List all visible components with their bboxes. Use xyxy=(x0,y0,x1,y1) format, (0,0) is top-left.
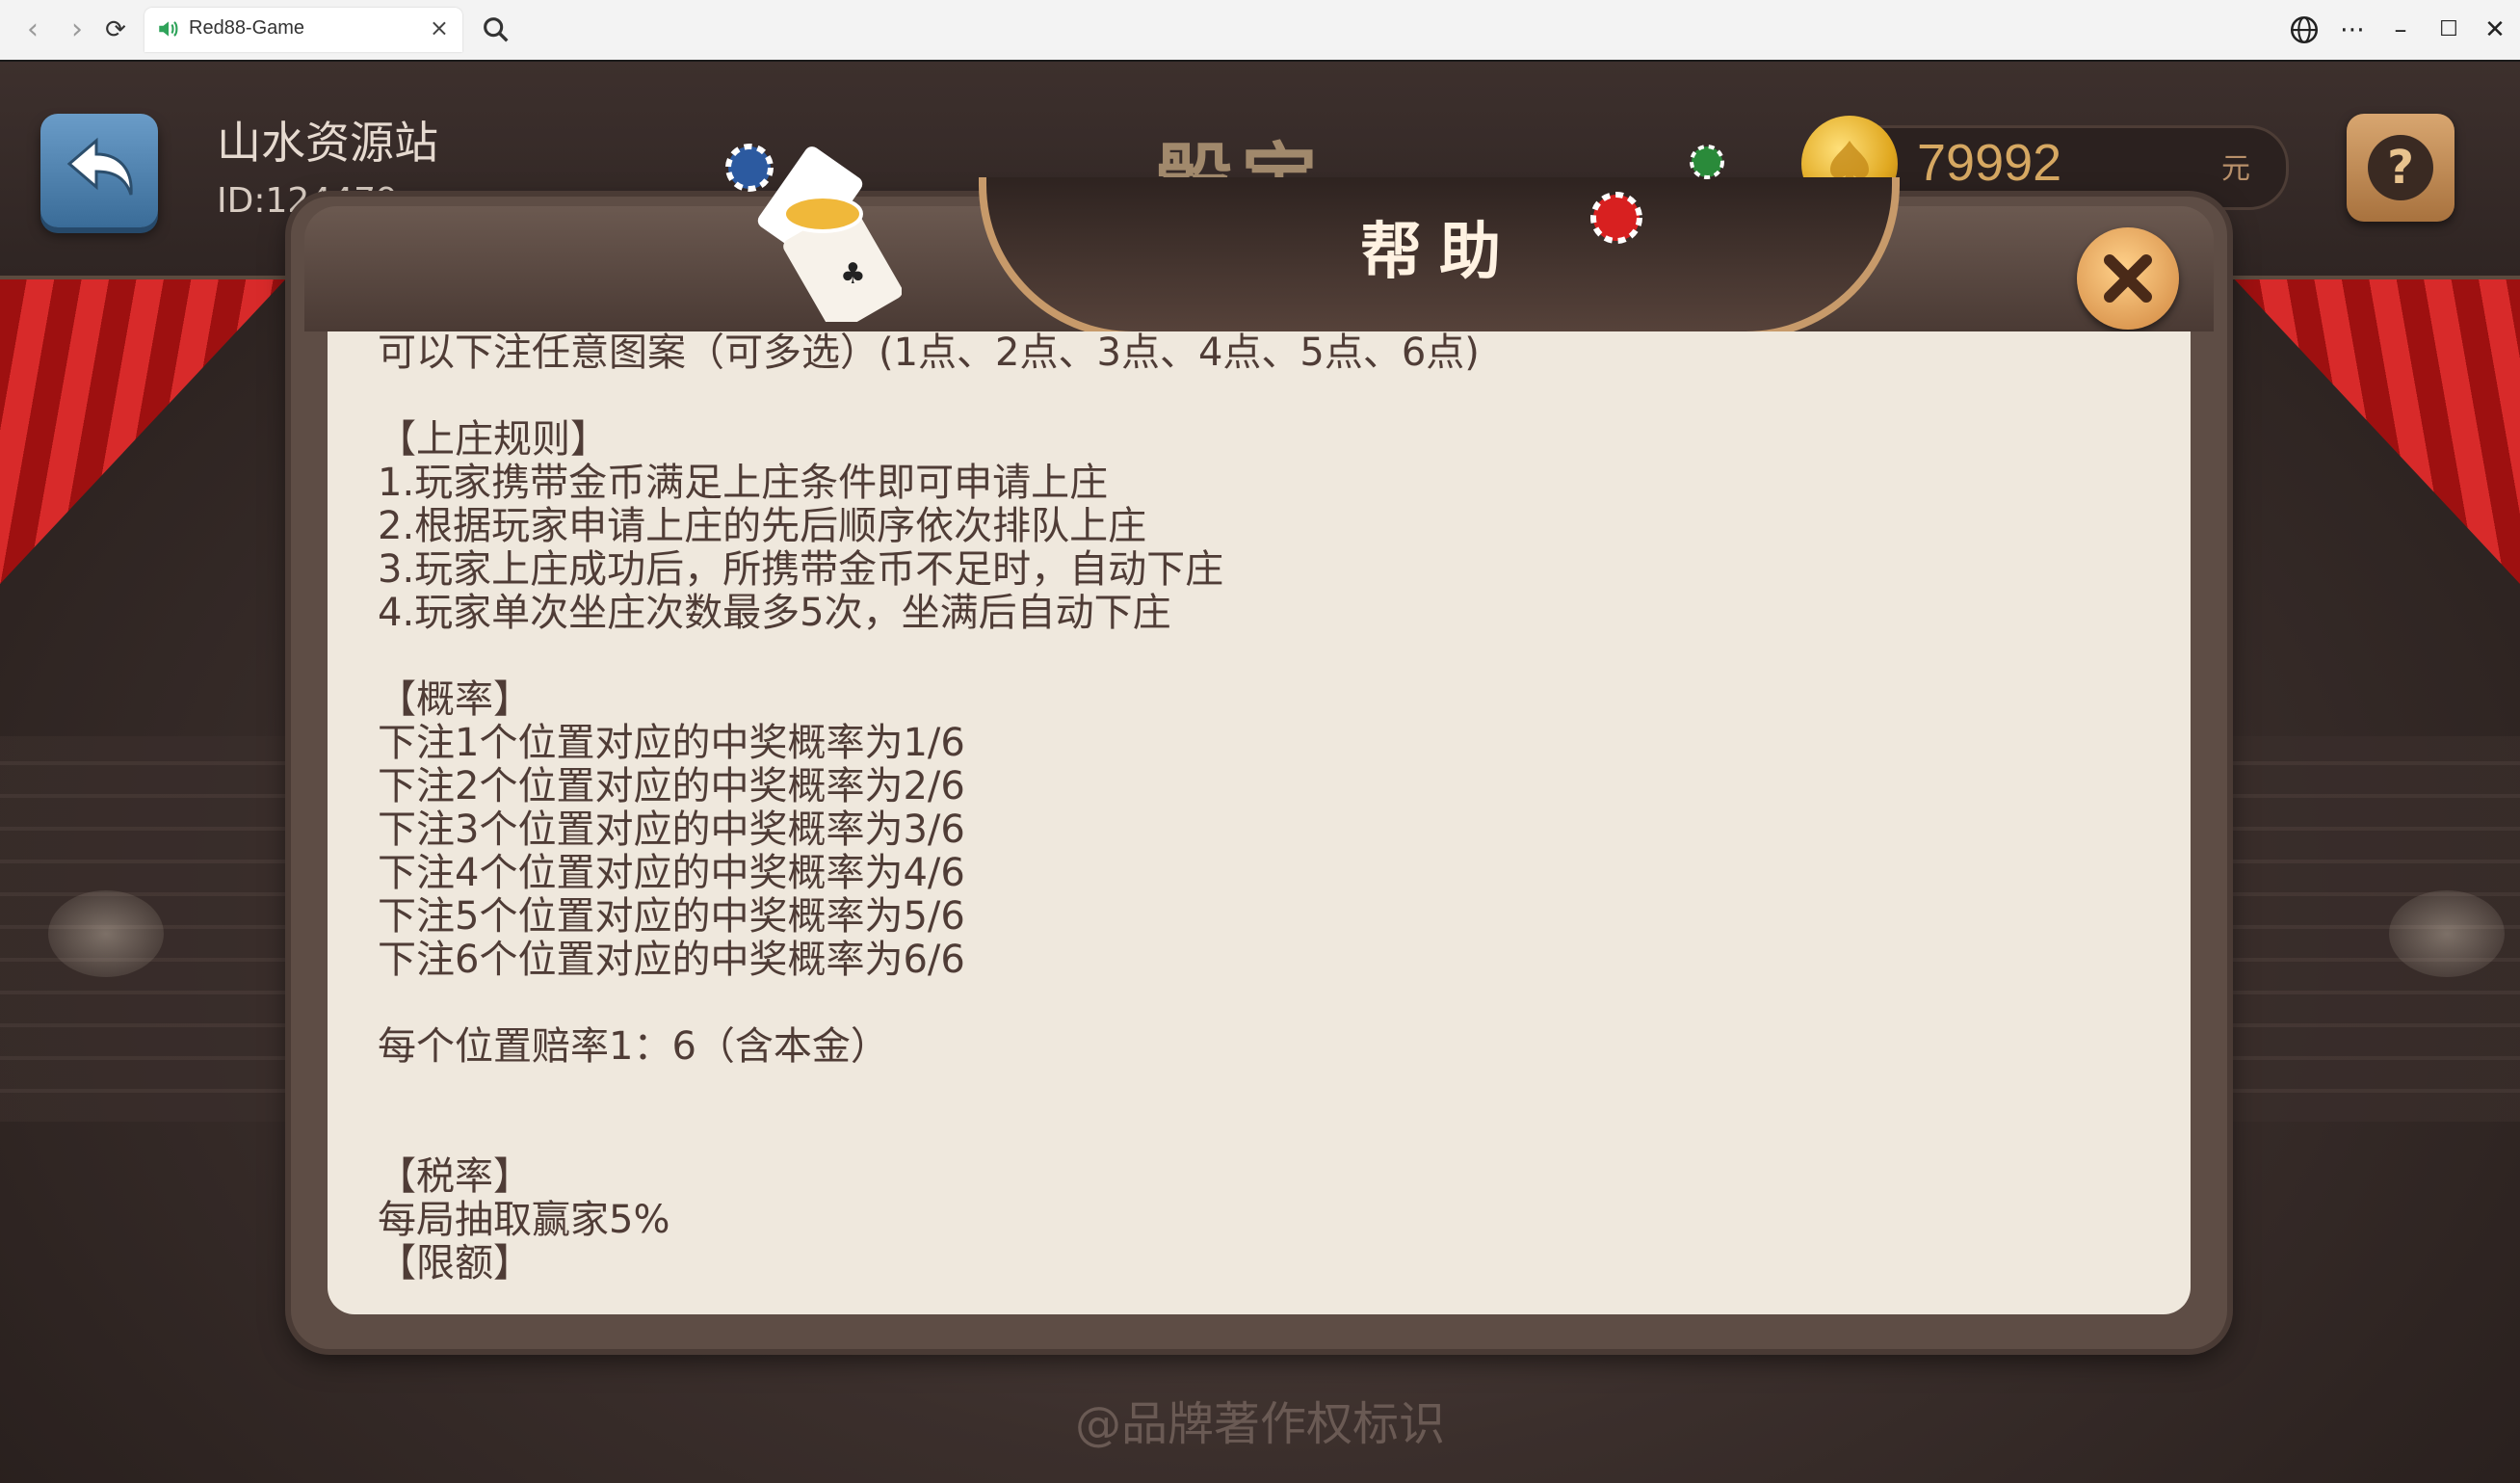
tax-line: 每局抽取赢家5% xyxy=(378,1198,670,1242)
speaker-icon xyxy=(159,21,178,37)
banker-rule: 1.玩家携带金币满足上庄条件即可申请上庄 xyxy=(378,461,1109,505)
tab-title: Red88-Game xyxy=(189,17,305,39)
stage-light xyxy=(2389,890,2505,977)
curtain-right xyxy=(2231,276,2520,584)
dialog-title: 帮助 xyxy=(1360,217,1518,288)
help-button[interactable]: ? xyxy=(2347,114,2454,222)
forward-icon[interactable]: › xyxy=(58,12,96,48)
cards-chips-decoration-left: ♣ xyxy=(725,144,902,322)
minimize-icon[interactable]: – xyxy=(2383,13,2418,46)
browser-toolbar: ‹ › ⟳ Red88-Game × ⋯ – ☐ ✕ xyxy=(0,0,2520,62)
globe-icon[interactable] xyxy=(2287,13,2322,46)
help-dialog: 帮助 ♣ 可以下注任意图案（可多选）(1点、2点、3点、4点、5点、6点) 【上… xyxy=(291,144,2227,1349)
browser-tab[interactable]: Red88-Game × xyxy=(144,8,462,52)
section-heading-probability: 【概率】 xyxy=(378,677,532,722)
stage-light xyxy=(48,890,164,977)
window-close-icon[interactable]: ✕ xyxy=(2478,13,2512,46)
coin-balance: 79992 xyxy=(1917,134,2062,192)
help-text: 可以下注任意图案（可多选）(1点、2点、3点、4点、5点、6点) 【上庄规则】 … xyxy=(378,331,2150,1285)
banker-rule: 3.玩家上庄成功后，所携带金币不足时，自动下庄 xyxy=(378,547,1224,592)
dialog-header: 帮助 ♣ xyxy=(304,144,2214,339)
probability-line: 下注6个位置对应的中奖概率为6/6 xyxy=(378,938,965,982)
odds-line: 每个位置赔率1：6（含本金） xyxy=(378,1024,889,1069)
reload-icon[interactable]: ⟳ xyxy=(96,12,135,48)
search-icon[interactable] xyxy=(480,13,512,46)
help-content[interactable]: 可以下注任意图案（可多选）(1点、2点、3点、4点、5点、6点) 【上庄规则】 … xyxy=(328,331,2191,1314)
close-button[interactable] xyxy=(2077,227,2179,330)
bet-rule-line: 可以下注任意图案（可多选）(1点、2点、3点、4点、5点、6点) xyxy=(378,331,1480,375)
username: 山水资源站 xyxy=(217,117,438,169)
copyright-watermark: @品牌著作权标识 xyxy=(1074,1397,1445,1451)
close-icon xyxy=(2104,254,2152,303)
banker-rule: 4.玩家单次坐庄次数最多5次，坐满后自动下庄 xyxy=(378,591,1171,635)
probability-line: 下注3个位置对应的中奖概率为3/6 xyxy=(378,808,965,852)
back-icon[interactable]: ‹ xyxy=(13,12,52,48)
svg-text:♣: ♣ xyxy=(840,257,866,291)
chips-decoration-right xyxy=(1590,145,1724,244)
probability-line: 下注1个位置对应的中奖概率为1/6 xyxy=(378,721,965,765)
title-plate: 帮助 xyxy=(979,177,1900,339)
back-button[interactable] xyxy=(40,114,158,227)
game-scene: 山水资源站 ID:124479 骰宝 79992 元 ? @品牌著作权标识 帮助 xyxy=(0,62,2520,1483)
tab-close-icon[interactable]: × xyxy=(430,14,449,41)
probability-line: 下注5个位置对应的中奖概率为5/6 xyxy=(378,894,965,939)
maximize-icon[interactable]: ☐ xyxy=(2431,13,2466,46)
section-heading-tax: 【税率】 xyxy=(378,1154,532,1199)
probability-line: 下注2个位置对应的中奖概率为2/6 xyxy=(378,764,965,808)
banker-rule: 2.根据玩家申请上庄的先后顺序依次排队上庄 xyxy=(378,504,1147,548)
coin-unit: 元 xyxy=(2221,152,2250,186)
return-arrow-icon xyxy=(66,137,133,196)
probability-line: 下注4个位置对应的中奖概率为4/6 xyxy=(378,851,965,895)
section-heading-banker: 【上庄规则】 xyxy=(378,417,609,462)
question-icon: ? xyxy=(2368,135,2433,200)
more-icon[interactable]: ⋯ xyxy=(2335,13,2370,46)
section-heading-limit: 【限额】 xyxy=(378,1241,532,1285)
svg-text:?: ? xyxy=(2387,141,2414,195)
curtain-left xyxy=(0,276,289,584)
